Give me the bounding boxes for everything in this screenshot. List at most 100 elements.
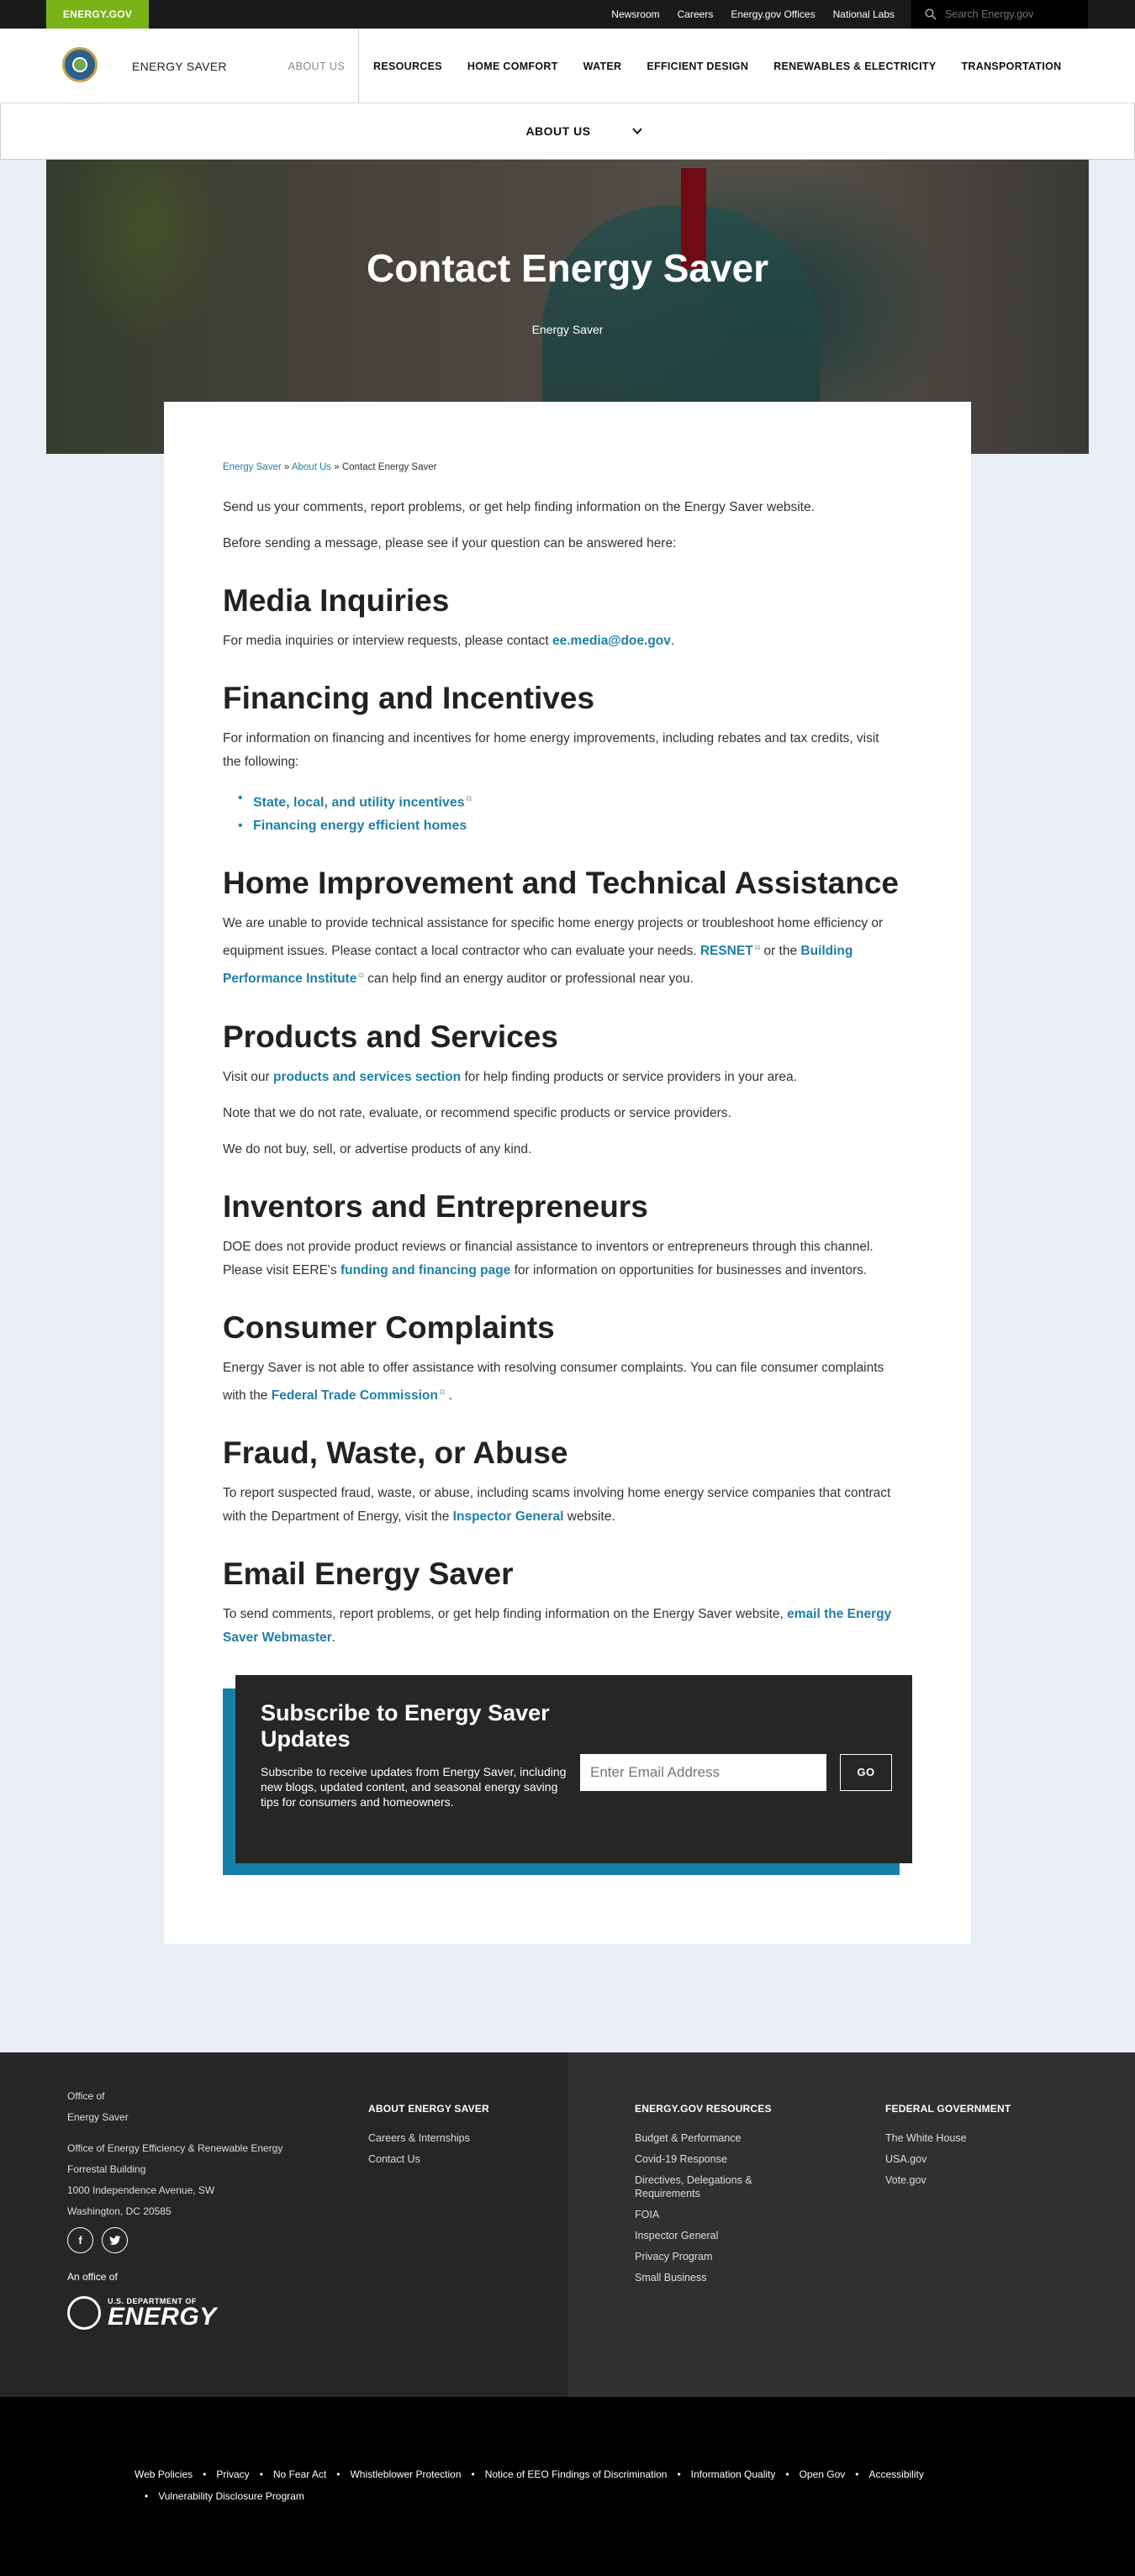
site-name[interactable]: ENERGY SAVER: [132, 29, 227, 103]
footer-link[interactable]: Contact Us: [368, 2152, 489, 2166]
page-body: Contact Energy Saver Energy Saver Energy…: [0, 160, 1135, 1944]
media-text: For media inquiries or interview request…: [223, 634, 675, 648]
legal-footer: Web Policies • Privacy • No Fear Act • Whis…: [0, 2397, 1135, 2576]
footer-link[interactable]: Covid-19 Response: [635, 2152, 786, 2166]
footer-link[interactable]: The White House: [885, 2131, 1011, 2145]
heading-inventors: Inventors and Entrepreneurs: [223, 1188, 648, 1224]
site-footer: Office of Energy Saver Office of Energy …: [0, 2052, 1135, 2397]
utility-link-labs[interactable]: National Labs: [833, 8, 895, 20]
legal-link[interactable]: Open Gov: [800, 2468, 846, 2481]
section-dropdown[interactable]: ABOUT US: [0, 103, 1135, 160]
heading-home-improvement: Home Improvement and Technical Assistanc…: [223, 866, 899, 901]
incentives-link[interactable]: State, local, and utility incentives: [253, 795, 465, 809]
breadcrumb: Energy Saver » About Us » Contact Energy…: [223, 462, 437, 472]
utility-bar: ENERGY.GOV Newsroom Careers Energy.gov O…: [0, 0, 1135, 29]
legal-link[interactable]: Whistleblower Protection: [350, 2468, 461, 2481]
financing-links: State, local, and utility incentives⧉ Fi…: [238, 787, 900, 838]
footer-link[interactable]: Vote.gov: [885, 2173, 1011, 2187]
doe-seal-icon: [67, 2296, 101, 2330]
heading-products: Products and Services: [223, 1019, 558, 1054]
footer-link[interactable]: USA.gov: [885, 2152, 1011, 2166]
facebook-icon[interactable]: f: [67, 2227, 93, 2253]
intro-text: Send us your comments, report problems, …: [223, 500, 815, 514]
legal-link[interactable]: Notice of EEO Findings of Discrimination: [485, 2468, 668, 2481]
an-office-of: An office of: [67, 2271, 118, 2283]
site-header: ENERGY SAVER ABOUT US RESOURCES HOME COM…: [0, 29, 1135, 103]
products-note: Note that we do not rate, evaluate, or r…: [223, 1105, 731, 1120]
email-text: To send comments, report problems, or ge…: [223, 1606, 892, 1645]
legal-link[interactable]: Vulnerability Disclosure Program: [158, 2489, 304, 2503]
breadcrumb-home[interactable]: Energy Saver: [223, 462, 282, 472]
heading-fraud: Fraud, Waste, or Abuse: [223, 1435, 568, 1470]
financing-text: For information on financing and incenti…: [223, 731, 879, 769]
products-disclaimer: We do not buy, sell, or advertise produc…: [223, 1141, 532, 1156]
subscribe-section: Subscribe to Energy Saver Updates Subscr…: [223, 1674, 912, 1877]
media-email-link[interactable]: ee.media@doe.gov: [552, 634, 671, 648]
nav-home-comfort[interactable]: HOME COMFORT: [467, 61, 558, 72]
energy-gov-logo[interactable]: ENERGY.GOV: [46, 0, 149, 29]
legal-links: Web Policies • Privacy • No Fear Act • Whis…: [135, 2468, 924, 2503]
main-nav: RESOURCES HOME COMFORT WATER EFFICIENT D…: [373, 29, 1062, 103]
utility-link-careers[interactable]: Careers: [678, 8, 714, 20]
section-dropdown-label: ABOUT US: [525, 124, 591, 138]
utility-link-newsroom[interactable]: Newsroom: [611, 8, 659, 20]
footer-col-about: ABOUT ENERGY SAVER Careers & Internships…: [368, 2103, 489, 2166]
breadcrumb-about[interactable]: About Us: [292, 462, 331, 472]
products-text: Visit our products and services section …: [223, 1069, 797, 1084]
financing-homes-link[interactable]: Financing energy efficient homes: [253, 819, 467, 833]
resnet-link[interactable]: RESNET: [700, 944, 753, 958]
complaints-text: Energy Saver is not able to offer assist…: [223, 1360, 884, 1403]
nav-efficient-design[interactable]: EFFICIENT DESIGN: [647, 61, 748, 72]
main-content: Energy Saver » About Us » Contact Energy…: [164, 402, 971, 1944]
doe-footer-logo[interactable]: U.S. DEPARTMENT OF ENERGY: [67, 2296, 217, 2330]
inspector-general-link[interactable]: Inspector General: [453, 1509, 564, 1524]
intro-note: Before sending a message, please see if …: [223, 536, 677, 550]
search-box: [911, 0, 1088, 29]
inventors-text: DOE does not provide product reviews or …: [223, 1239, 874, 1277]
chevron-down-icon: [631, 128, 642, 134]
page-title: Contact Energy Saver: [366, 246, 769, 290]
legal-link[interactable]: Web Policies: [135, 2468, 193, 2481]
list-item: Financing energy efficient homes: [238, 814, 900, 838]
products-link[interactable]: products and services section: [273, 1070, 461, 1084]
email-field[interactable]: [580, 1753, 826, 1791]
office-info: Office of Energy Saver Office of Energy …: [67, 2090, 283, 2217]
legal-link[interactable]: Accessibility: [869, 2468, 924, 2481]
doe-seal-logo[interactable]: [62, 47, 98, 82]
breadcrumb-current: Contact Energy Saver: [341, 462, 437, 472]
footer-link[interactable]: Inspector General: [635, 2229, 786, 2242]
legal-link[interactable]: Information Quality: [691, 2468, 776, 2481]
legal-link[interactable]: No Fear Act: [273, 2468, 326, 2481]
external-link-icon: ⧉: [466, 794, 472, 803]
nav-transportation[interactable]: TRANSPORTATION: [961, 61, 1061, 72]
footer-col-federal: FEDERAL GOVERNMENT The White House USA.g…: [885, 2103, 1011, 2187]
nav-water[interactable]: WATER: [583, 61, 622, 72]
page-subtitle: Energy Saver: [531, 323, 604, 336]
legal-link[interactable]: Privacy: [216, 2468, 249, 2481]
fraud-text: To report suspected fraud, waste, or abu…: [223, 1485, 891, 1524]
heading-financing: Financing and Incentives: [223, 681, 595, 715]
twitter-icon[interactable]: [102, 2227, 128, 2253]
subscribe-go-button[interactable]: GO: [840, 1753, 892, 1791]
footer-link[interactable]: Careers & Internships: [368, 2131, 489, 2145]
search-icon[interactable]: [925, 8, 937, 20]
heading-media: Media Inquiries: [223, 583, 450, 618]
footer-link[interactable]: FOIA: [635, 2208, 786, 2221]
ftc-link[interactable]: Federal Trade Commission: [272, 1388, 438, 1403]
funding-link[interactable]: funding and financing page: [340, 1263, 510, 1277]
social-links: f: [67, 2227, 128, 2253]
footer-link[interactable]: Privacy Program: [635, 2250, 786, 2263]
footer-col-resources: ENERGY.GOV RESOURCES Budget & Performanc…: [635, 2103, 786, 2292]
nav-resources[interactable]: RESOURCES: [373, 61, 442, 72]
footer-link[interactable]: Directives, Delegations & Requirements: [635, 2173, 786, 2200]
utility-link-offices[interactable]: Energy.gov Offices: [731, 8, 815, 20]
home-improvement-text: We are unable to provide technical assis…: [223, 916, 884, 987]
nav-renewables[interactable]: RENEWABLES & ELECTRICITY: [773, 61, 936, 72]
footer-link[interactable]: Budget & Performance: [635, 2131, 786, 2145]
footer-link[interactable]: Small Business: [635, 2271, 786, 2284]
nav-about-us[interactable]: ABOUT US: [275, 29, 359, 103]
subscribe-title: Subscribe to Energy Saver Updates: [261, 1699, 550, 1752]
heading-email: Email Energy Saver: [223, 1556, 514, 1591]
search-input[interactable]: [945, 8, 1080, 20]
subscribe-box: Subscribe to Energy Saver Updates Subscr…: [235, 1674, 912, 1863]
